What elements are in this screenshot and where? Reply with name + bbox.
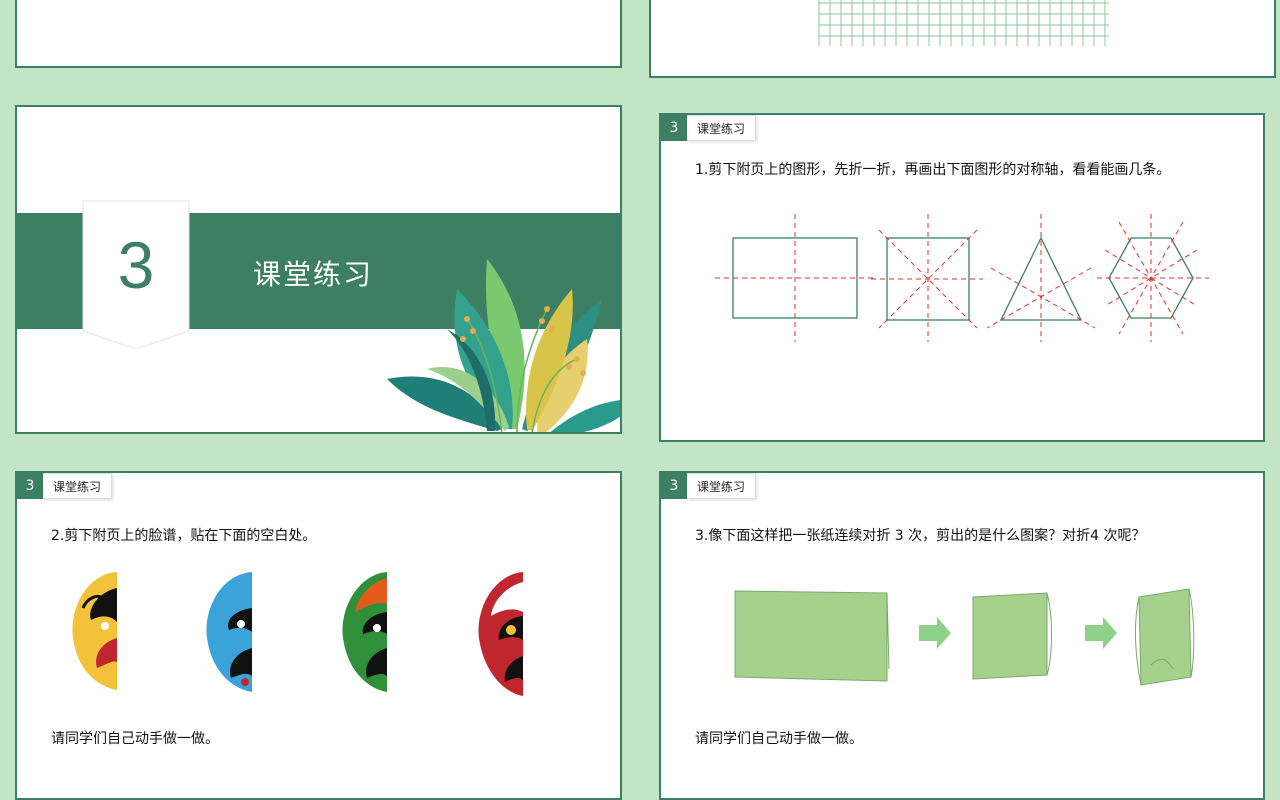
hexagon-shape <box>1097 214 1209 342</box>
header-number: 3 <box>17 473 43 499</box>
paper-fold-3 <box>1134 588 1195 686</box>
paper-fold-2 <box>972 592 1052 680</box>
slide-exercise-2[interactable]: 3 课堂练习 2.剪下附页上的脸谱，贴在下面的空白处。 请同学们自己动手做一做。 <box>15 471 622 800</box>
mask-green-icon <box>342 572 387 692</box>
slide-header: 3 课堂练习 <box>661 473 757 499</box>
arrow-right-icon <box>1085 617 1117 649</box>
mask-red-icon <box>478 572 523 696</box>
grid-paper <box>818 0 1109 46</box>
header-label: 课堂练习 <box>687 473 757 499</box>
triangle-shape <box>986 214 1096 342</box>
mask-yellow-icon <box>72 572 117 690</box>
slide-header: 3 课堂练习 <box>661 115 757 141</box>
arrow-right-icon <box>919 617 951 649</box>
header-label: 课堂练习 <box>687 115 757 141</box>
slide-exercise-1[interactable]: 3 课堂练习 1.剪下附页上的图形，先折一折，再画出下面图形的对称轴，看看能画几… <box>659 113 1265 442</box>
slide-header: 3 课堂练习 <box>17 473 113 499</box>
section-number: 3 <box>117 228 155 302</box>
opera-masks <box>72 572 523 696</box>
slide-top-left[interactable] <box>15 0 622 68</box>
slide-top-right[interactable] <box>649 0 1276 78</box>
section-title: 课堂练习 <box>253 258 374 291</box>
exercise-2-note: 请同学们自己动手做一做。 <box>51 731 219 747</box>
exercise-3-note: 请同学们自己动手做一做。 <box>695 731 863 747</box>
paper-fold-1 <box>734 590 890 682</box>
exercise-1-question: 1.剪下附页上的图形，先折一折，再画出下面图形的对称轴，看看能画几条。 <box>695 162 1171 178</box>
header-number: 3 <box>661 473 687 499</box>
slide-section-title[interactable]: 3 课堂练习 <box>15 105 622 434</box>
paper-folding-steps <box>734 588 1195 686</box>
mask-blue-icon <box>206 572 252 692</box>
square-shape <box>871 214 983 342</box>
exercise-3-question: 3.像下面这样把一张纸连续对折 3 次，剪出的是什么图案？对折4 次呢？ <box>695 528 1146 544</box>
exercise-2-question: 2.剪下附页上的脸谱，贴在下面的空白处。 <box>51 528 317 544</box>
header-label: 课堂练习 <box>43 473 113 499</box>
slide-exercise-3[interactable]: 3 课堂练习 3.像下面这样把一张纸连续对折 3 次，剪出的是什么图案？对折4 … <box>659 471 1265 800</box>
leaf-illustration <box>387 259 620 432</box>
symmetry-shapes <box>715 214 1209 342</box>
rectangle-shape <box>715 214 873 342</box>
header-number: 3 <box>661 115 687 141</box>
